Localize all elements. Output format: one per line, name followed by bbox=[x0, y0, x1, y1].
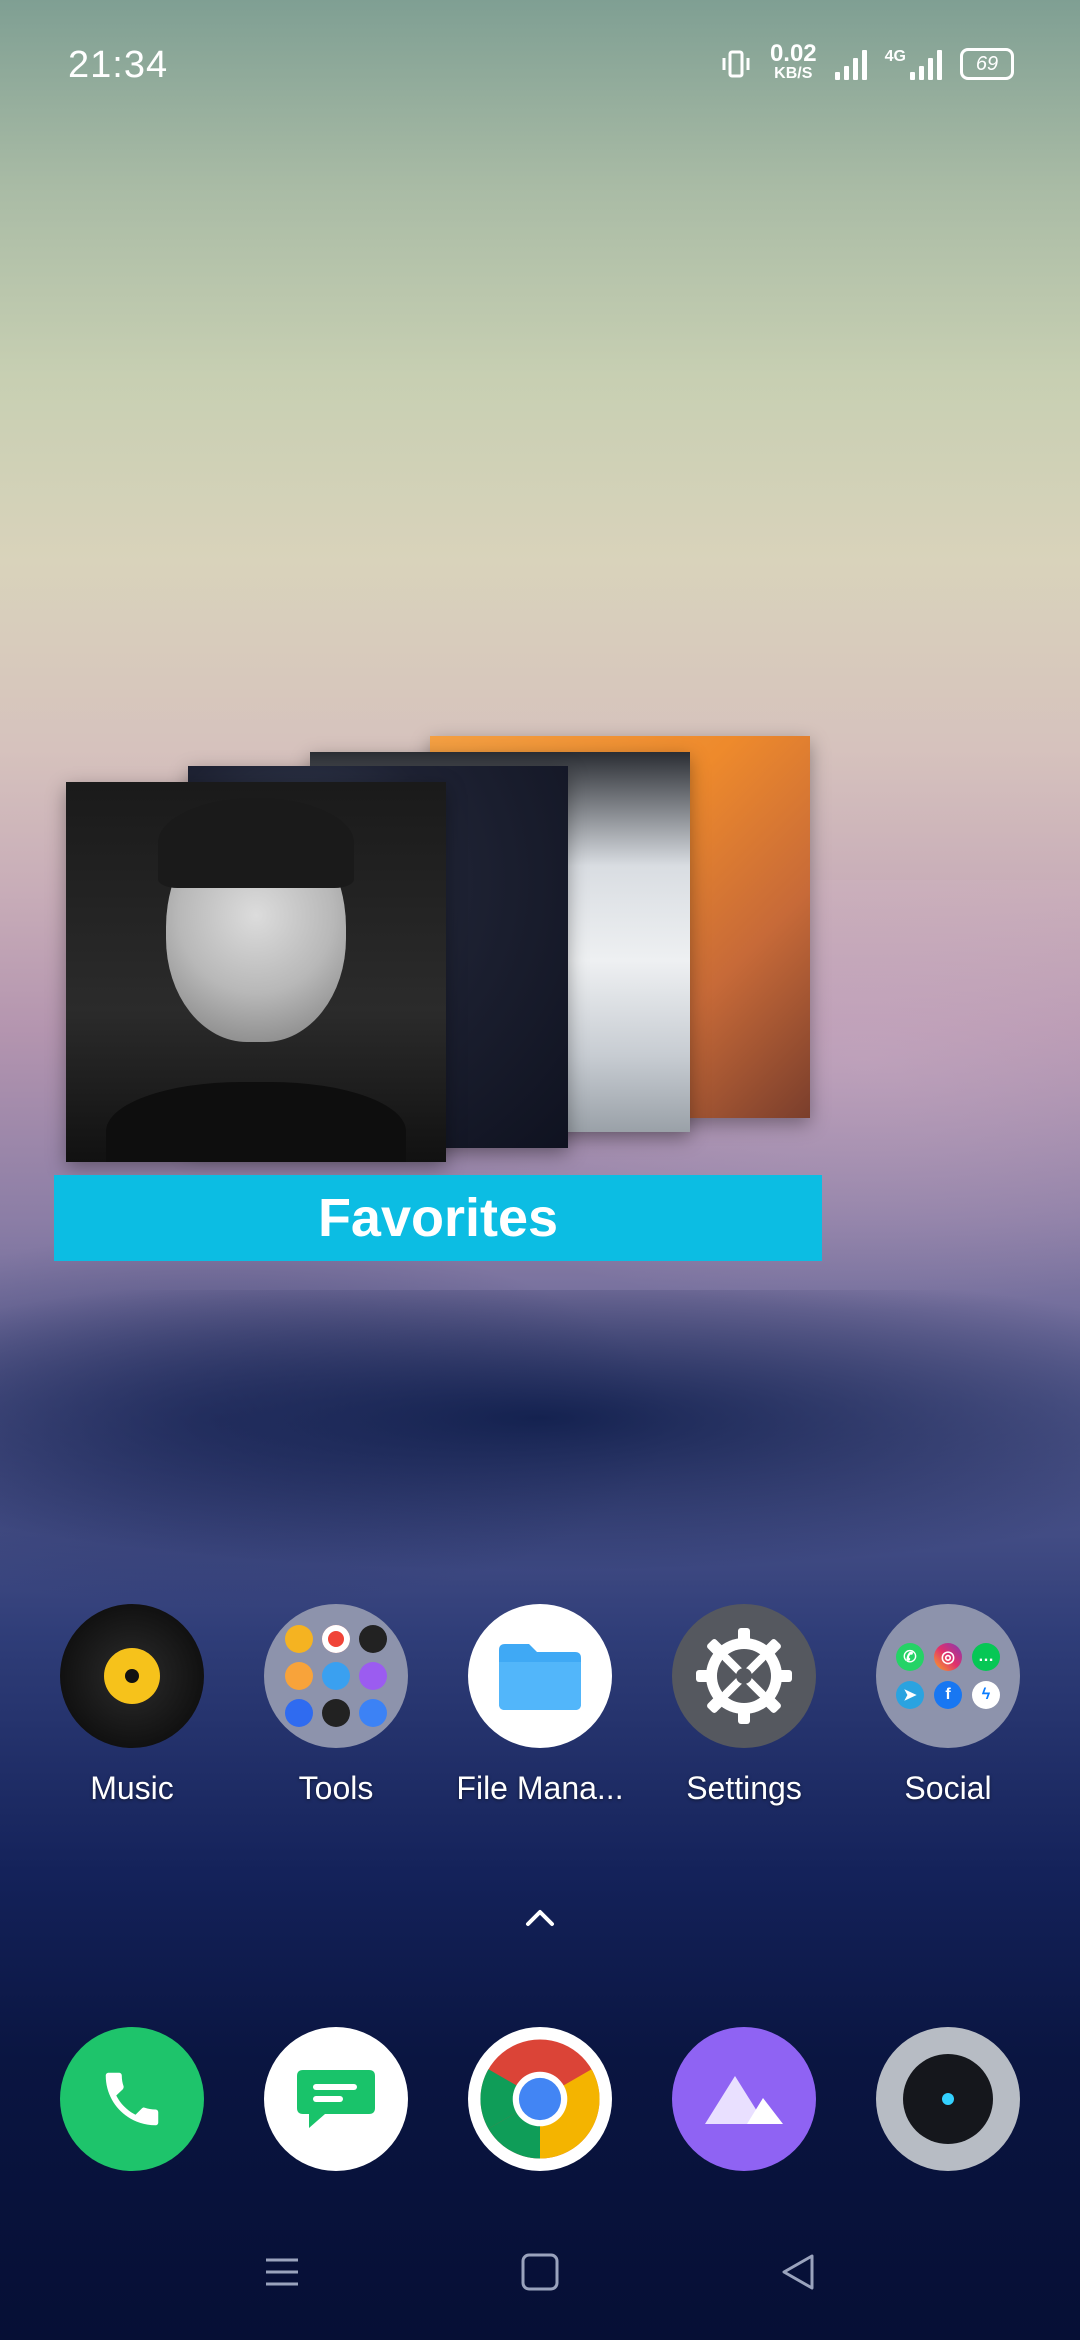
clock: 21:34 bbox=[68, 44, 169, 86]
app-settings[interactable]: Settings bbox=[654, 1604, 834, 1807]
gallery-icon bbox=[705, 2076, 783, 2124]
facebook-icon: f bbox=[934, 1681, 962, 1709]
telegram-icon: ➤ bbox=[896, 1681, 924, 1709]
music-disc-icon bbox=[60, 1604, 204, 1748]
folder-tools[interactable]: Tools bbox=[246, 1604, 426, 1807]
gear-icon bbox=[672, 1604, 816, 1748]
dock-chrome[interactable] bbox=[468, 2027, 612, 2171]
chrome-icon bbox=[480, 2039, 600, 2159]
status-bar: 21:34 0.02 KB/S 4G 69 bbox=[0, 0, 1080, 130]
dock-camera[interactable] bbox=[876, 2027, 1020, 2171]
favorites-widget[interactable]: Favorites bbox=[54, 736, 822, 1261]
dock-messages[interactable] bbox=[264, 2027, 408, 2171]
dock-gallery[interactable] bbox=[672, 2027, 816, 2171]
social-folder-icon: ✆ ◎ … ➤ f ϟ bbox=[876, 1604, 1020, 1748]
folder-icon bbox=[468, 1604, 612, 1748]
dock bbox=[0, 2027, 1080, 2177]
tools-folder-icon bbox=[264, 1604, 408, 1748]
home-apps-row: Music Tools File Mana... Settings ✆ ◎ … … bbox=[0, 1604, 1080, 1824]
whatsapp-icon: ✆ bbox=[896, 1643, 924, 1671]
dock-phone[interactable] bbox=[60, 2027, 204, 2171]
chevron-up-icon[interactable] bbox=[520, 1902, 560, 1932]
battery-icon: 69 bbox=[960, 48, 1014, 80]
navigation-bar bbox=[0, 2230, 1080, 2320]
wallpaper-trees bbox=[0, 1290, 1080, 1610]
network-speed: 0.02 KB/S bbox=[769, 40, 817, 83]
instagram-icon: ◎ bbox=[934, 1643, 962, 1671]
app-music[interactable]: Music bbox=[42, 1604, 222, 1807]
vibrate-icon bbox=[722, 50, 750, 78]
message-icon bbox=[297, 2070, 375, 2128]
back-icon[interactable] bbox=[776, 2250, 820, 2294]
home-icon[interactable] bbox=[518, 2250, 562, 2294]
folder-social[interactable]: ✆ ◎ … ➤ f ϟ Social bbox=[858, 1604, 1038, 1807]
messenger-icon: ϟ bbox=[972, 1681, 1000, 1709]
favorites-title: Favorites bbox=[54, 1175, 822, 1261]
line-icon: … bbox=[972, 1643, 1000, 1671]
favorite-photo-1[interactable] bbox=[66, 782, 446, 1162]
menu-icon[interactable] bbox=[260, 2250, 304, 2294]
app-file-manager[interactable]: File Mana... bbox=[450, 1604, 630, 1807]
status-icons: 0.02 KB/S 4G 69 bbox=[720, 40, 1014, 84]
phone-icon bbox=[105, 2072, 159, 2126]
signal-icon bbox=[834, 48, 867, 80]
camera-icon bbox=[903, 2054, 993, 2144]
signal-4g-icon: 4G bbox=[885, 48, 942, 80]
